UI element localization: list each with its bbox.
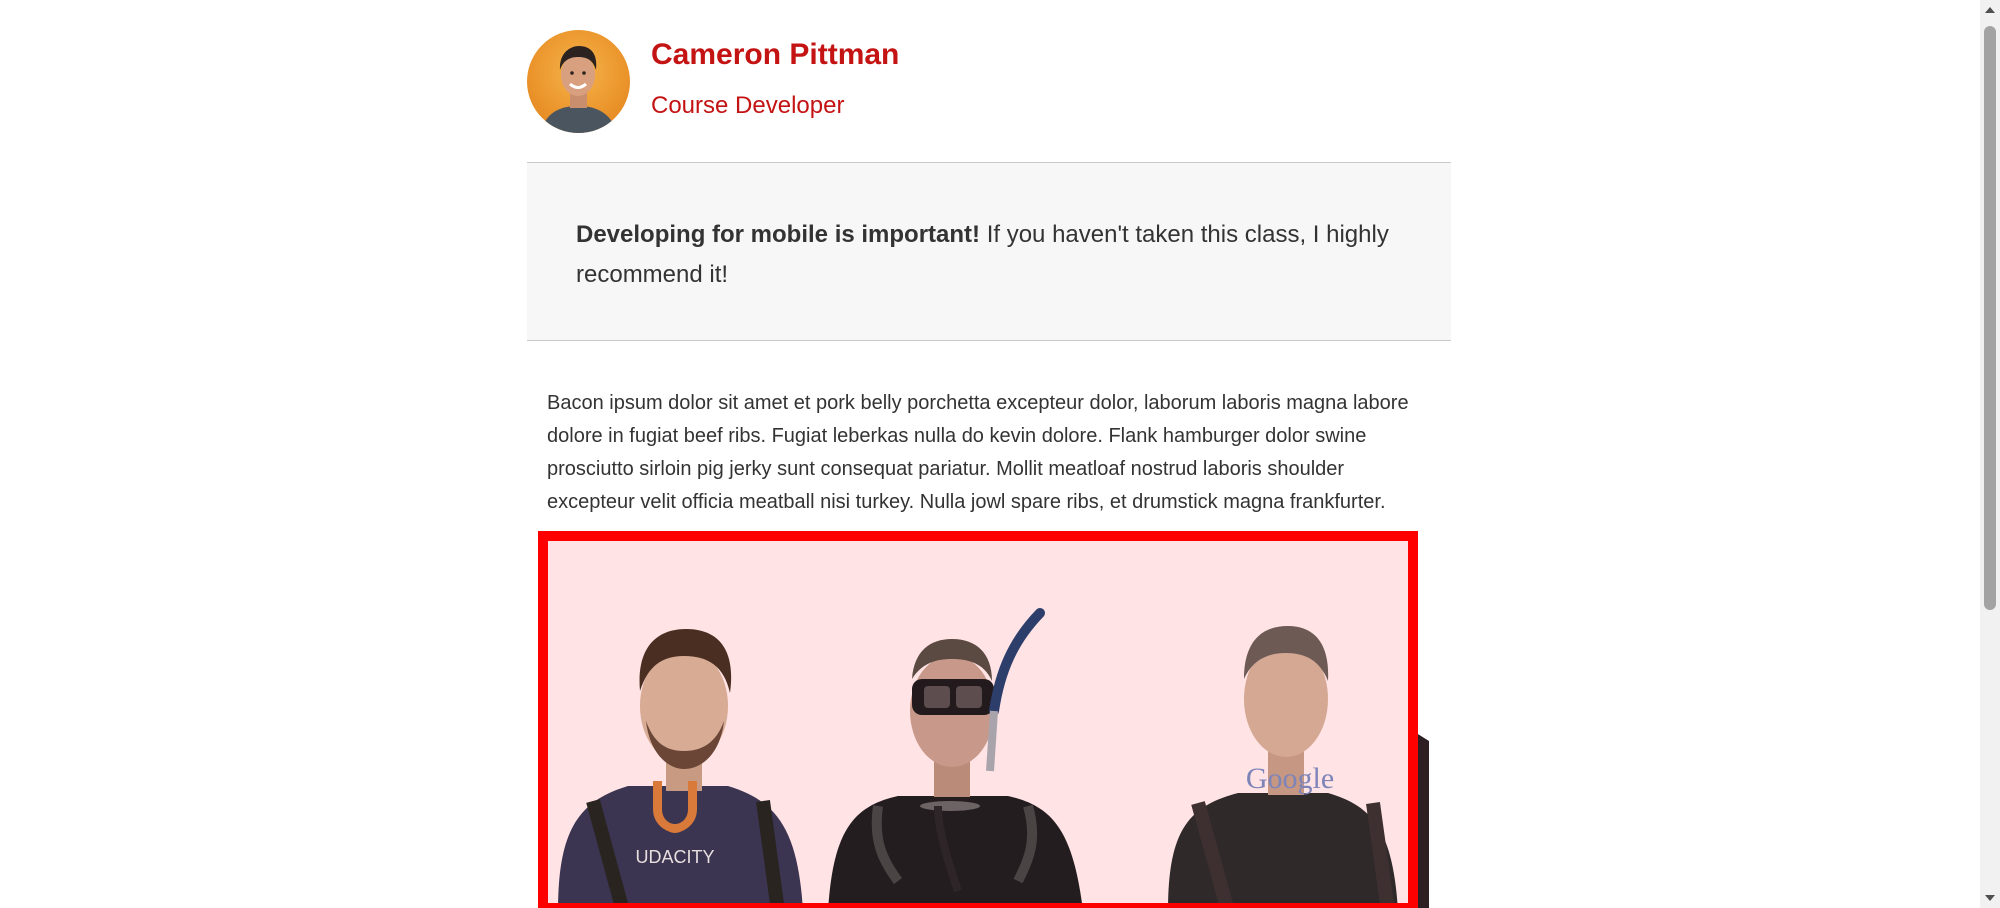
author-avatar [527,30,630,133]
browser-viewport: Cameron Pittman Course Developer Develop… [0,0,2000,908]
vertical-scrollbar[interactable] [1980,0,2000,908]
scroll-up-arrow-icon[interactable] [1980,0,2000,20]
scroll-down-arrow-icon[interactable] [1980,888,2000,908]
body-paragraph: Bacon ipsum dolor sit amet et pork belly… [547,392,1409,513]
author-title: Course Developer [651,92,845,119]
article-page: Cameron Pittman Course Developer Develop… [527,0,1451,519]
scrollbar-thumb[interactable] [1984,26,1996,610]
callout-bold-text: Developing for mobile is important! [576,221,981,248]
shirt-right-text: Google [1246,762,1334,795]
author-header: Cameron Pittman Course Developer [527,0,1451,163]
shirt-left-text: UDACITY [635,847,714,867]
callout-box: Developing for mobile is important! If y… [527,163,1451,341]
team-photo: UDACITY Google [538,531,1429,908]
person-avatar-icon [527,30,630,133]
author-name: Cameron Pittman [651,38,900,71]
team-photo-image: UDACITY Google [538,531,1429,908]
